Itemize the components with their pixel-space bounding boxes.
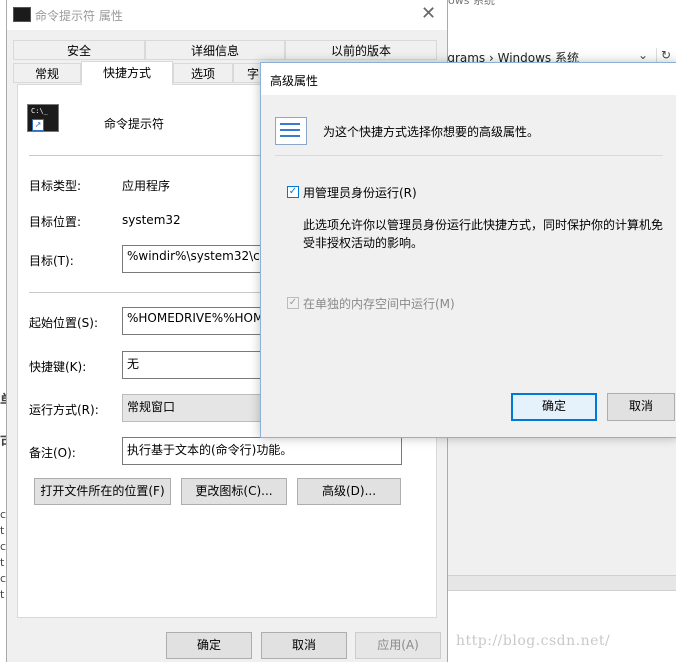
dialog-title: 高级属性 xyxy=(270,74,319,88)
app-name: 命令提示符 xyxy=(104,117,165,131)
background-pane xyxy=(448,435,676,575)
checklist-line xyxy=(280,135,300,137)
app-icon: C:\_ ↗ xyxy=(27,104,59,132)
tab-security[interactable]: 安全 xyxy=(13,40,145,60)
target-label: 目标(T): xyxy=(29,254,74,268)
dialog-header-text: 为这个快捷方式选择你想要的高级属性。 xyxy=(323,125,540,139)
dialog-cancel-button[interactable]: 取消 xyxy=(607,393,675,421)
separate-memory-checkbox: ✓ xyxy=(287,297,299,309)
ok-button[interactable]: 确定 xyxy=(166,632,252,659)
title-bar[interactable]: 命令提示符 属性 ✕ xyxy=(7,0,447,30)
refresh-icon[interactable]: ↻ xyxy=(656,48,671,62)
target-type-label: 目标类型: xyxy=(29,179,82,193)
target-location-value: system32 xyxy=(122,213,181,227)
background-title-fragment: ows 系统 xyxy=(440,0,676,8)
dialog-body: 为这个快捷方式选择你想要的高级属性。 ✓ 用管理员身份运行(R) 此选项允许你以… xyxy=(261,95,676,437)
cmd-icon xyxy=(13,7,31,22)
start-in-label: 起始位置(S): xyxy=(29,316,99,330)
run-label: 运行方式(R): xyxy=(29,403,99,417)
shortcut-key-label: 快捷键(K): xyxy=(29,360,87,374)
checklist-icon xyxy=(275,117,307,145)
checklist-line xyxy=(280,129,300,131)
background-title-text: ows 系统 xyxy=(448,0,495,7)
tab-shortcut[interactable]: 快捷方式 xyxy=(81,61,173,85)
tab-options[interactable]: 选项 xyxy=(173,63,233,83)
tab-previous-versions[interactable]: 以前的版本 xyxy=(285,40,437,60)
fragment-text: t xyxy=(0,588,5,601)
run-as-admin-description: 此选项允许你以管理员身份运行此快捷方式，同时保护你的计算机免受非授权活动的影响。 xyxy=(303,218,664,250)
change-icon-button[interactable]: 更改图标(C)... xyxy=(181,478,287,505)
comment-input[interactable]: 执行基于文本的(命令行)功能。 xyxy=(122,437,402,465)
tab-general[interactable]: 常规 xyxy=(13,63,81,83)
watermark: http://blog.csdn.net/ xyxy=(456,633,611,649)
chevron-down-icon[interactable]: ⌄ xyxy=(638,48,648,62)
divider xyxy=(275,155,663,156)
advanced-properties-dialog: 高级属性 为这个快捷方式选择你想要的高级属性。 ✓ 用管理员身份运行(R) 此选… xyxy=(260,62,676,438)
cancel-button[interactable]: 取消 xyxy=(261,632,347,659)
open-file-location-button[interactable]: 打开文件所在的位置(F) xyxy=(34,478,171,505)
checklist-line xyxy=(280,123,300,125)
run-as-admin-checkbox[interactable]: ✓ xyxy=(287,186,299,198)
dialog-title-bar[interactable]: 高级属性 xyxy=(261,63,676,95)
close-icon[interactable]: ✕ xyxy=(421,3,436,24)
tab-details[interactable]: 详细信息 xyxy=(145,40,285,60)
apply-button[interactable]: 应用(A) xyxy=(355,632,441,659)
dialog-ok-button[interactable]: 确定 xyxy=(511,393,597,421)
target-location-label: 目标位置: xyxy=(29,215,82,229)
window-title: 命令提示符 属性 xyxy=(35,9,123,23)
fragment-text: t xyxy=(0,556,5,569)
prompt-text: C:\_ xyxy=(31,107,48,115)
shortcut-arrow-icon: ↗ xyxy=(32,119,44,131)
target-type-value: 应用程序 xyxy=(122,179,171,193)
horizontal-scrollbar[interactable] xyxy=(448,575,676,591)
advanced-button[interactable]: 高级(D)... xyxy=(297,478,401,505)
fragment-text: t xyxy=(0,524,5,537)
separate-memory-label: 在单独的内存空间中运行(M) xyxy=(303,297,455,311)
run-as-admin-label[interactable]: 用管理员身份运行(R) xyxy=(303,184,417,201)
comment-label: 备注(O): xyxy=(29,446,76,460)
